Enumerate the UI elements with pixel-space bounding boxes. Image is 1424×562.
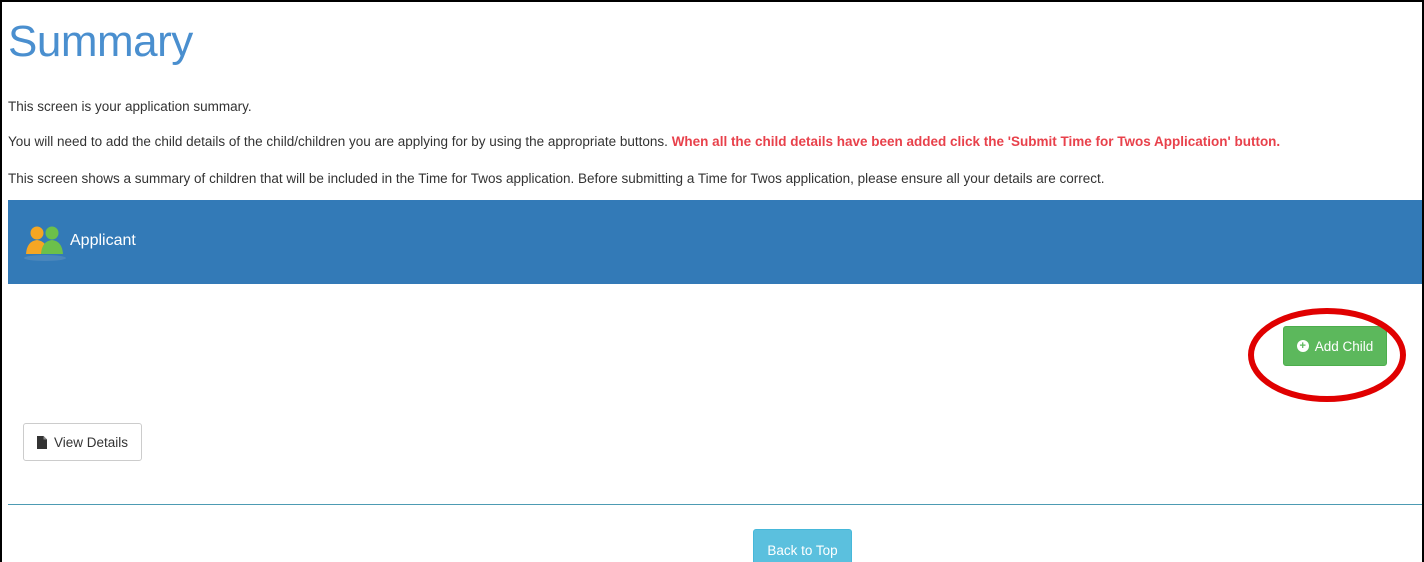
panel-title: Applicant (70, 232, 136, 249)
view-details-label: View Details (53, 434, 129, 450)
page-frame: Summary This screen is your application … (0, 0, 1424, 562)
section-divider (8, 504, 1422, 505)
page-title: Summary (8, 17, 193, 66)
instructions-text: You will need to add the child details o… (8, 134, 672, 149)
applicants-icon (22, 222, 68, 262)
back-to-top-button[interactable]: Back to Top (753, 529, 852, 562)
document-icon (36, 435, 47, 449)
applicant-panel-header: Applicant (8, 200, 1422, 284)
submit-instruction-warning: When all the child details have been add… (671, 134, 1281, 149)
view-details-button[interactable]: View Details (23, 423, 142, 461)
summary-note-text: This screen shows a summary of children … (8, 171, 1105, 186)
instructions-paragraph: You will need to add the child details o… (8, 135, 1280, 149)
back-to-top-label: Back to Top (767, 543, 838, 558)
highlight-circle-annotation (1248, 308, 1406, 402)
intro-text: This screen is your application summary. (8, 99, 252, 114)
